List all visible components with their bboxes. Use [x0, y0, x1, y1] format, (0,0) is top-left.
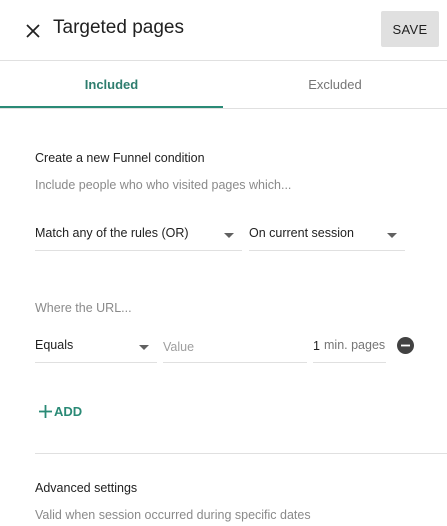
- tab-included[interactable]: Included: [0, 61, 223, 108]
- page-title: Targeted pages: [53, 17, 184, 38]
- targeted-pages-panel: Targeted pages SAVE Included Excluded Cr…: [0, 0, 447, 526]
- remove-circle-icon[interactable]: [397, 337, 414, 354]
- section-divider: [35, 453, 447, 454]
- add-rule-button[interactable]: ADD: [39, 401, 82, 421]
- caret-down-icon: [139, 345, 149, 350]
- caret-down-icon: [224, 233, 234, 238]
- url-rule-label: Where the URL...: [35, 301, 132, 315]
- panel-header: Targeted pages SAVE: [0, 0, 447, 60]
- match-rule-value: Match any of the rules (OR): [35, 226, 189, 240]
- advanced-settings-heading[interactable]: Advanced settings: [35, 481, 137, 495]
- condition-subtext: Include people who who visited pages whi…: [35, 178, 292, 192]
- min-pages-unit: min. pages: [324, 338, 386, 352]
- session-select[interactable]: On current session: [249, 222, 405, 251]
- tab-excluded[interactable]: Excluded: [223, 61, 447, 108]
- condition-heading: Create a new Funnel condition: [35, 151, 205, 165]
- operator-select[interactable]: Equals: [35, 334, 157, 363]
- close-icon[interactable]: [22, 20, 44, 42]
- min-pages-value: 1: [313, 339, 320, 353]
- min-pages-field[interactable]: 1 min. pages: [313, 334, 386, 363]
- save-button[interactable]: SAVE: [381, 11, 439, 47]
- operator-value: Equals: [35, 338, 74, 352]
- caret-down-icon: [387, 233, 397, 238]
- session-value: On current session: [249, 226, 354, 240]
- plus-icon: [39, 404, 52, 418]
- url-value-input[interactable]: [163, 334, 307, 360]
- url-value-field[interactable]: [163, 334, 307, 363]
- add-rule-label: ADD: [54, 403, 83, 419]
- tabs-divider: [0, 108, 447, 109]
- match-rule-select[interactable]: Match any of the rules (OR): [35, 222, 242, 251]
- advanced-settings-subtext: Valid when session occurred during speci…: [35, 508, 311, 522]
